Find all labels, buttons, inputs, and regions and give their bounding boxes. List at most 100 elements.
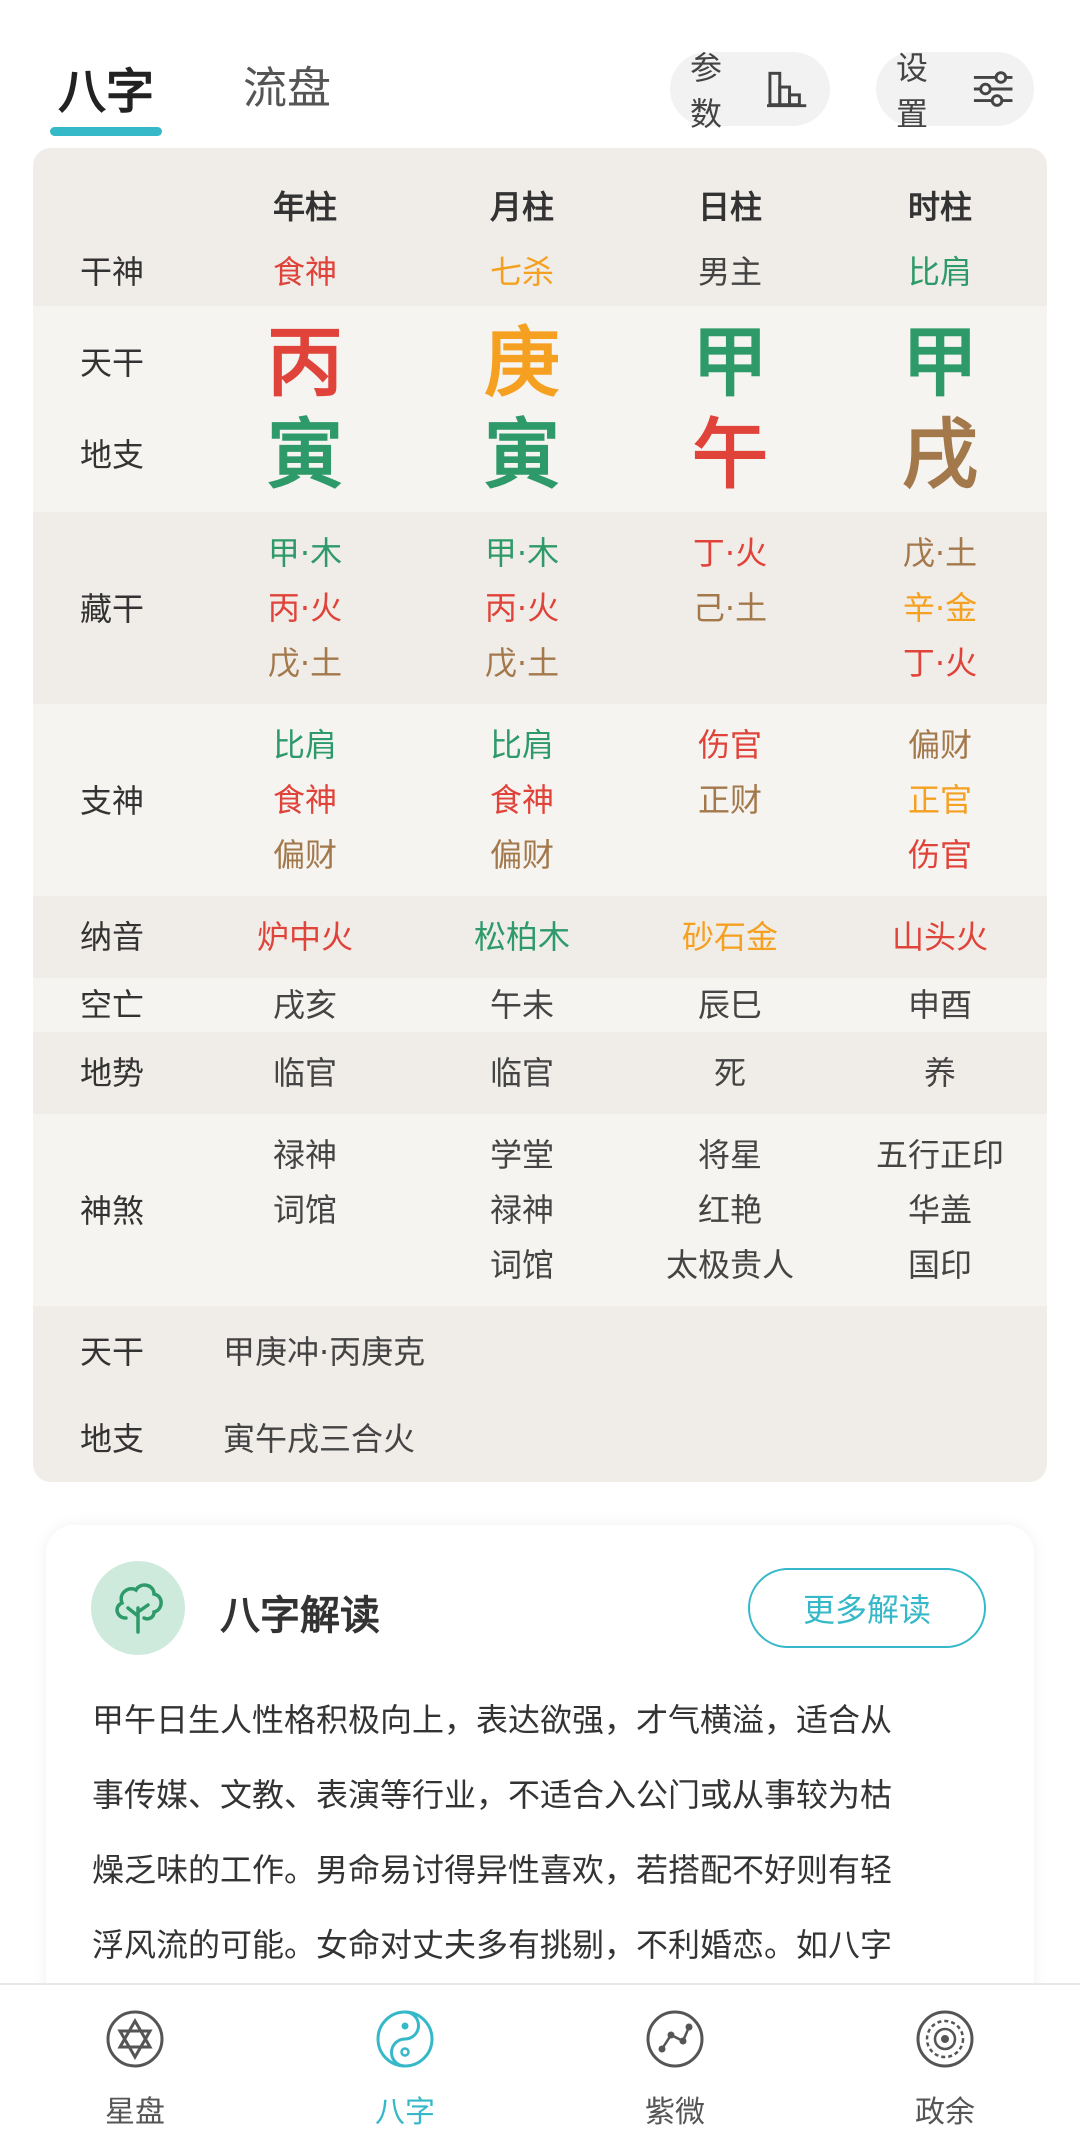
- settings-button[interactable]: 设置: [876, 49, 1034, 133]
- reading-title: 八字解读: [220, 1593, 380, 1639]
- bazi-reading-card: 八字解读 更多解读 甲午日生人性格积极向上，表达欲强，才气横溢，适合从 事传媒、…: [46, 1525, 1034, 2045]
- tiangan-day: 甲: [692, 318, 768, 407]
- shensha-year-1: 禄神: [272, 1136, 338, 1174]
- tiangan-year: 丙: [267, 318, 343, 407]
- row-label-kongwang: 空亡: [80, 986, 145, 1024]
- row-label-nayin: 纳音: [80, 918, 145, 956]
- nayin-year: 炉中火: [256, 918, 354, 956]
- column-header-hour: 时柱: [907, 188, 973, 226]
- reading-line: 燥乏味的工作。男命易讨得异性喜欢，若搭配不好则有轻: [92, 1851, 893, 1889]
- column-header-year: 年柱: [272, 188, 338, 226]
- shensha-hour-3: 国印: [907, 1246, 973, 1284]
- shishen-day: 男主: [697, 253, 763, 291]
- tree-icon: [91, 1561, 185, 1655]
- relation-value-tiangan: 甲庚冲·丙庚克: [223, 1333, 426, 1371]
- kongwang-day: 辰巳: [697, 986, 763, 1024]
- shensha-month-1: 学堂: [489, 1136, 555, 1174]
- zhishen-month-1: 比肩: [489, 726, 555, 764]
- settings-label: 设置: [896, 49, 929, 133]
- more-reading-button[interactable]: 更多解读: [748, 1568, 986, 1648]
- star-of-david-icon: [106, 2010, 164, 2068]
- zhishen-hour-2: 正官: [907, 781, 973, 819]
- row-label-shensha: 神煞: [80, 1192, 145, 1230]
- nayin-hour: 山头火: [891, 918, 989, 956]
- tab-liupan[interactable]: 流盘: [243, 52, 331, 116]
- yin-yang-icon: [376, 2010, 434, 2068]
- shishen-year: 食神: [272, 253, 338, 291]
- row-label-zhishen: 支神: [80, 782, 145, 820]
- zhishen-day-1: 伤官: [697, 726, 763, 764]
- dishi-year: 临官: [272, 1054, 338, 1092]
- top-header: 八字 流盘 参数 设置: [0, 0, 1080, 140]
- zhishen-day-2: 正财: [697, 781, 763, 819]
- nav-label: 紫微: [645, 2095, 705, 2130]
- tab-bazi[interactable]: 八字: [58, 52, 154, 122]
- row-label-dishi: 地势: [80, 1054, 145, 1092]
- shensha-month-2: 禄神: [489, 1191, 555, 1229]
- shensha-day-2: 红艳: [697, 1191, 763, 1229]
- bazi-chart-card: 年柱 月柱 日柱 时柱 干神 食神 七杀 男主 比肩 天干 丙 庚 甲 甲 地支…: [33, 148, 1047, 1482]
- canggan-month-1: 甲·木: [484, 534, 560, 572]
- column-header-day: 日柱: [697, 188, 763, 226]
- canggan-year-3: 戊·土: [267, 644, 343, 682]
- zhishen-hour-3: 伤官: [907, 836, 973, 874]
- nav-label: 政余: [915, 2095, 975, 2130]
- canggan-day-1: 丁·火: [692, 534, 768, 572]
- relation-value-dizhi: 寅午戌三合火: [223, 1420, 416, 1458]
- dishi-hour: 养: [923, 1054, 957, 1092]
- sliders-icon: [973, 71, 1013, 107]
- shensha-month-3: 词馆: [489, 1246, 555, 1284]
- canggan-month-3: 戊·土: [484, 644, 560, 682]
- reading-line: 事传媒、文教、表演等行业，不适合入公门或从事较为枯: [92, 1776, 893, 1814]
- canggan-year-1: 甲·木: [267, 534, 343, 572]
- zhishen-year-1: 比肩: [272, 726, 338, 764]
- dizhi-year: 寅: [267, 410, 343, 499]
- row-label-tiangan: 天干: [80, 344, 145, 382]
- canggan-hour-2: 辛·金: [902, 589, 978, 627]
- zhishen-hour-1: 偏财: [907, 726, 973, 764]
- column-header-month: 月柱: [489, 188, 555, 226]
- dizhi-month: 寅: [484, 410, 560, 499]
- bar-chart-icon: [766, 71, 807, 108]
- nav-item-xingpan[interactable]: 星盘: [35, 1985, 235, 2131]
- dizhi-hour: 戌: [902, 410, 978, 499]
- shensha-day-1: 将星: [697, 1136, 763, 1174]
- band-relations: [33, 1306, 1047, 1482]
- kongwang-month: 午未: [489, 986, 555, 1024]
- dishi-day: 死: [713, 1054, 747, 1092]
- shensha-day-3: 太极贵人: [665, 1246, 795, 1284]
- dizhi-day: 午: [692, 410, 768, 499]
- row-label-canggan: 藏干: [80, 590, 145, 628]
- zhishen-month-2: 食神: [489, 781, 555, 819]
- nayin-month: 松柏木: [473, 918, 571, 956]
- canggan-hour-3: 丁·火: [902, 644, 978, 682]
- nav-label: 星盘: [105, 2095, 165, 2130]
- reading-text: 甲午日生人性格积极向上，表达欲强，才气横溢，适合从 事传媒、文教、表演等行业，不…: [92, 1683, 992, 1983]
- shishen-hour: 比肩: [907, 253, 973, 291]
- constellation-icon: [646, 2010, 704, 2068]
- zhishen-year-3: 偏财: [272, 836, 338, 874]
- relation-label-tiangan: 天干: [80, 1333, 145, 1371]
- shensha-hour-2: 华盖: [907, 1191, 973, 1229]
- nav-label: 八字: [375, 2095, 435, 2130]
- kongwang-year: 戌亥: [272, 986, 338, 1024]
- shensha-year-2: 词馆: [272, 1191, 338, 1229]
- active-tab-indicator: [50, 127, 162, 136]
- canggan-hour-1: 戊·土: [902, 534, 978, 572]
- kongwang-hour: 申酉: [907, 986, 973, 1024]
- params-label: 参数: [690, 49, 723, 133]
- dishi-month: 临官: [489, 1054, 555, 1092]
- shishen-month: 七杀: [489, 253, 555, 291]
- params-button[interactable]: 参数: [670, 49, 830, 133]
- nav-item-ziwei[interactable]: 紫微: [575, 1985, 775, 2131]
- canggan-month-2: 丙·火: [484, 589, 560, 627]
- shensha-hour-1: 五行正印: [875, 1136, 1005, 1174]
- nayin-day: 砂石金: [681, 918, 779, 956]
- tiangan-hour: 甲: [902, 318, 978, 407]
- nav-item-zhengyu[interactable]: 政余: [845, 1985, 1045, 2131]
- reading-line: 浮风流的可能。女命对丈夫多有挑剔，不利婚恋。如八字: [92, 1926, 893, 1964]
- tiangan-month: 庚: [484, 318, 560, 407]
- reading-line: 甲午日生人性格积极向上，表达欲强，才气横溢，适合从: [92, 1701, 893, 1739]
- nav-item-bazi[interactable]: 八字: [305, 1985, 505, 2131]
- canggan-day-2: 己·土: [692, 589, 768, 627]
